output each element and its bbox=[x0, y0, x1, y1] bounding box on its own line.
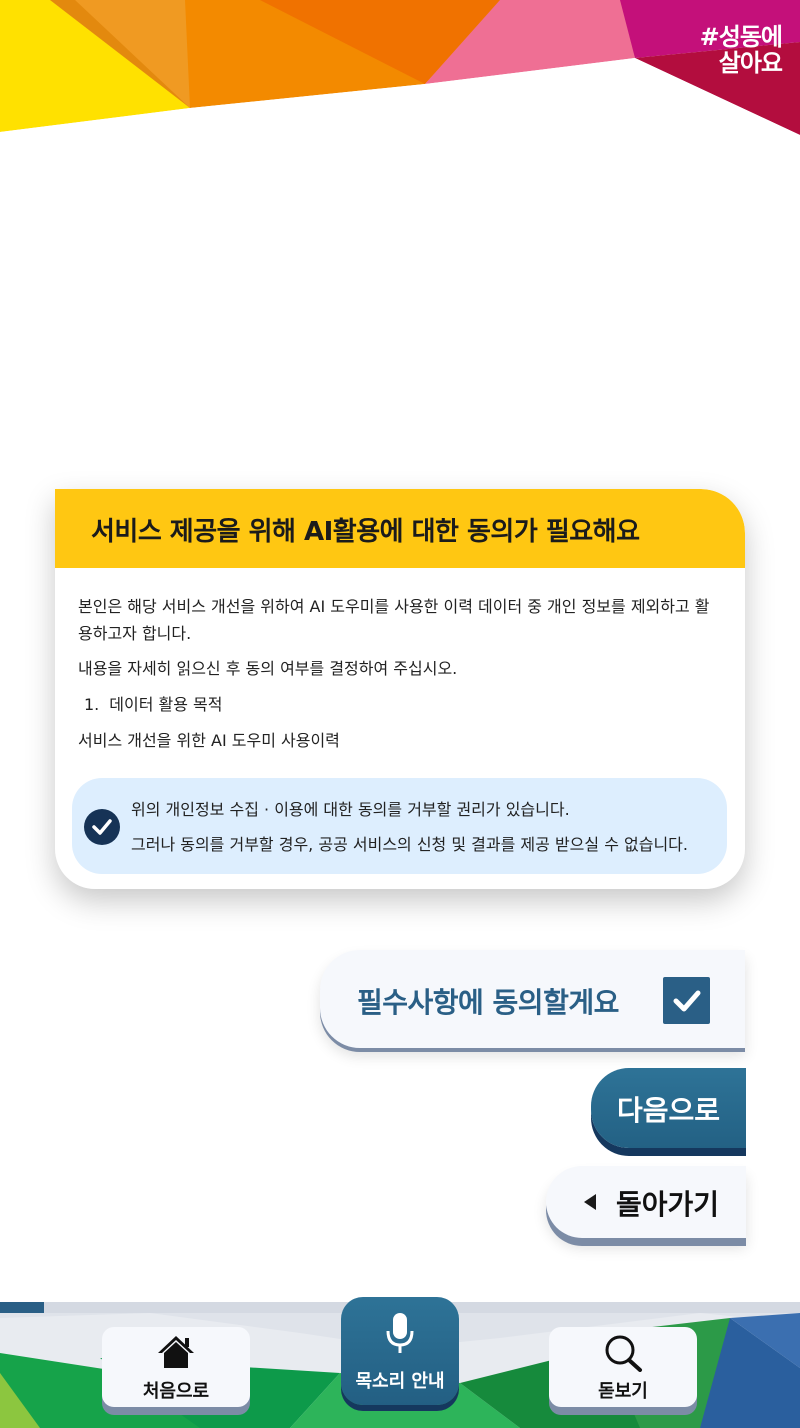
back-label: 돌아가기 bbox=[616, 1188, 720, 1221]
consent-item-1-body: 서비스 개선을 위한 AI 도우미 사용이력 bbox=[78, 731, 340, 750]
agree-label: 필수사항에 동의할게요 bbox=[357, 986, 619, 1019]
triangle-left-icon bbox=[584, 1194, 596, 1210]
home-label: 처음으로 bbox=[142, 1381, 210, 1402]
consent-paragraph-2: 내용을 자세히 읽으신 후 동의 여부를 결정하여 주십시오. bbox=[78, 659, 458, 678]
brand-logo-line1: #성동에 bbox=[699, 23, 783, 51]
magnifier-icon bbox=[549, 1334, 697, 1372]
next-button[interactable]: 다음으로 bbox=[591, 1068, 746, 1148]
consent-card: 서비스 제공을 위해 AI활용에 대한 동의가 필요해요 본인은 해당 서비스 … bbox=[55, 489, 745, 889]
card-title: 서비스 제공을 위해 AI활용에 대한 동의가 필요해요 bbox=[91, 517, 640, 547]
check-icon bbox=[84, 809, 120, 845]
brand-logo: #성동에 살아요 bbox=[699, 23, 783, 77]
notice-box: 위의 개인정보 수집 · 이용에 대한 동의를 거부할 권리가 있습니다. 그러… bbox=[72, 778, 727, 874]
agree-required-button[interactable]: 필수사항에 동의할게요 bbox=[320, 950, 745, 1048]
consent-item-1-number: 1. bbox=[84, 695, 100, 714]
voice-guide-button[interactable]: 목소리 안내 bbox=[341, 1297, 459, 1405]
back-button[interactable]: 돌아가기 bbox=[546, 1166, 746, 1238]
card-header: 서비스 제공을 위해 AI활용에 대한 동의가 필요해요 bbox=[55, 489, 745, 568]
magnifier-label: 돋보기 bbox=[598, 1381, 648, 1402]
consent-item-1-title: 데이터 활용 목적 bbox=[109, 695, 223, 714]
consent-item-1: 1. 데이터 활용 목적 bbox=[78, 691, 222, 718]
microphone-icon bbox=[341, 1311, 459, 1355]
voice-guide-label: 목소리 안내 bbox=[355, 1371, 445, 1392]
header-banner bbox=[0, 0, 800, 140]
brand-logo-line2: 살아요 bbox=[718, 49, 783, 77]
next-label: 다음으로 bbox=[616, 1094, 721, 1127]
home-button[interactable]: 처음으로 bbox=[102, 1327, 250, 1407]
magnifier-button[interactable]: 돋보기 bbox=[549, 1327, 697, 1407]
house-icon bbox=[102, 1334, 250, 1370]
agree-checkbox[interactable] bbox=[663, 977, 710, 1024]
notice-line-1: 위의 개인정보 수집 · 이용에 대한 동의를 거부할 권리가 있습니다. bbox=[131, 800, 570, 819]
consent-paragraph-1: 본인은 해당 서비스 개선을 위하여 AI 도우미를 사용한 이력 데이터 중 … bbox=[78, 597, 710, 643]
notice-line-2: 그러나 동의를 거부할 경우, 공공 서비스의 신청 및 결과를 제공 받으실 … bbox=[131, 835, 688, 854]
progress-fill bbox=[0, 1302, 44, 1313]
